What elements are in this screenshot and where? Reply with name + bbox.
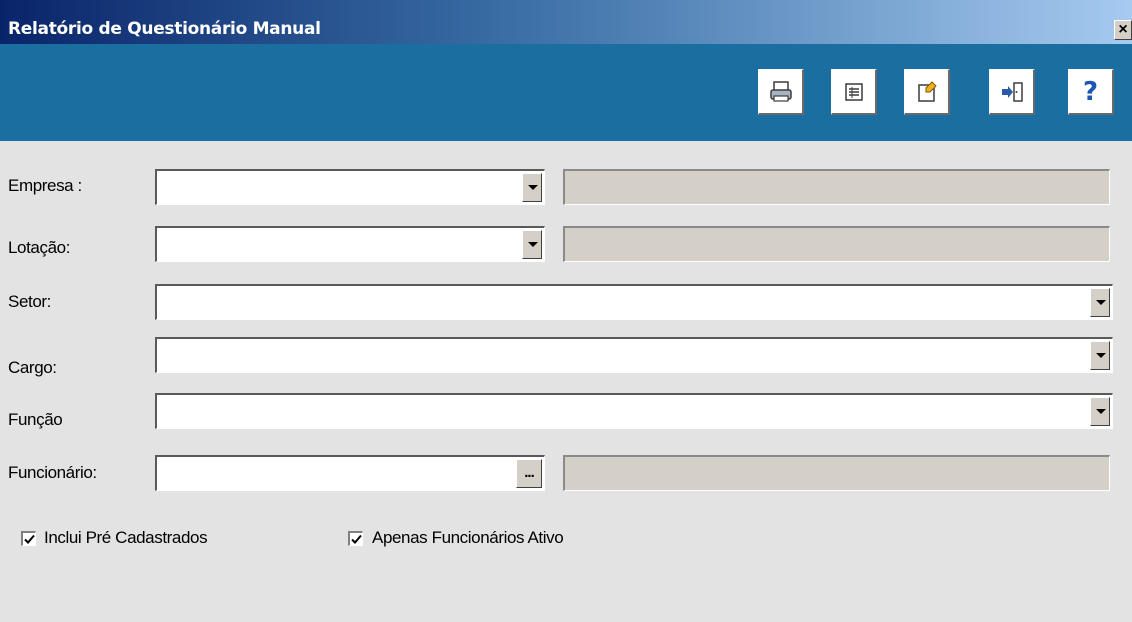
- window-title: Relatório de Questionário Manual: [8, 19, 321, 39]
- empresa-dropdown-button[interactable]: [522, 173, 542, 202]
- lotacao-dropdown-button[interactable]: [522, 230, 542, 259]
- preview-button[interactable]: [831, 69, 877, 115]
- lotacao-label: Lotação:: [8, 238, 71, 257]
- table-list-icon: [844, 82, 863, 101]
- chevron-down-icon: [1096, 409, 1106, 414]
- lotacao-select[interactable]: [155, 226, 545, 262]
- funcao-select[interactable]: [155, 393, 1113, 429]
- toolbar: [0, 44, 1132, 141]
- chevron-down-icon: [528, 242, 538, 247]
- funcao-dropdown-button[interactable]: [1090, 397, 1110, 426]
- setor-label: Setor:: [8, 292, 51, 311]
- funcionario-input[interactable]: ...: [155, 455, 545, 491]
- empresa-label: Empresa :: [8, 176, 82, 195]
- checkmark-icon: [350, 534, 362, 544]
- funcao-label: Função: [8, 410, 63, 429]
- print-button[interactable]: [758, 69, 804, 115]
- chevron-down-icon: [1096, 300, 1106, 305]
- exit-door-icon: [1001, 81, 1023, 102]
- exit-button[interactable]: [989, 69, 1035, 115]
- edit-document-icon: [917, 80, 937, 102]
- edit-report-button[interactable]: [904, 69, 950, 115]
- funcionario-lookup-button[interactable]: ...: [516, 459, 542, 488]
- title-bar: Relatório de Questionário Manual ×: [0, 0, 1132, 44]
- printer-icon: [769, 80, 792, 102]
- help-button[interactable]: ?: [1068, 69, 1114, 115]
- empresa-select[interactable]: [155, 169, 545, 205]
- apenas-funcionarios-ativo-checkbox[interactable]: [348, 531, 363, 546]
- cargo-select[interactable]: [155, 337, 1113, 373]
- funcionario-description-field: [563, 455, 1110, 491]
- help-icon: ?: [1082, 76, 1099, 107]
- setor-select[interactable]: [155, 284, 1113, 320]
- inclui-pre-cadastrados-checkbox[interactable]: [21, 531, 36, 546]
- chevron-down-icon: [528, 185, 538, 190]
- cargo-dropdown-button[interactable]: [1090, 341, 1110, 370]
- apenas-funcionarios-ativo-label: Apenas Funcionários Ativo: [372, 528, 564, 547]
- inclui-pre-cadastrados-label: Inclui Pré Cadastrados: [44, 528, 208, 547]
- checkmark-icon: [23, 534, 35, 544]
- chevron-down-icon: [1096, 353, 1106, 358]
- close-button[interactable]: ×: [1114, 20, 1132, 40]
- setor-dropdown-button[interactable]: [1090, 288, 1110, 317]
- empresa-description-field: [563, 169, 1110, 205]
- cargo-label: Cargo:: [8, 358, 57, 377]
- lotacao-description-field: [563, 226, 1110, 262]
- funcionario-label: Funcionário:: [8, 463, 97, 482]
